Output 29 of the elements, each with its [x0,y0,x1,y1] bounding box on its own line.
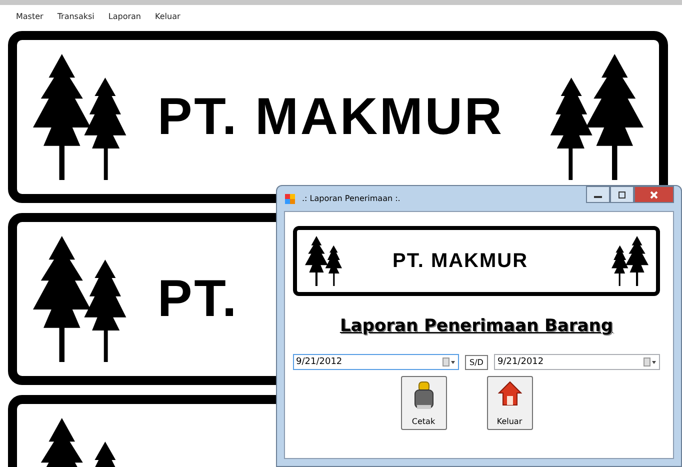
pine-trees-icon [305,236,342,286]
range-label: S/D [464,354,488,370]
exit-button[interactable]: Keluar [486,376,532,430]
pine-trees-icon [548,54,643,180]
date-picker[interactable]: 9/21/2012 [494,354,660,370]
pine-trees-icon [610,236,648,286]
maximize-icon [618,190,626,198]
company-name: PT. MAKMUR [158,87,504,147]
close-icon [650,190,658,198]
window-title: .: Laporan Penerimaan :. [302,194,402,203]
pine-trees-icon [33,54,128,180]
menu-item[interactable]: Laporan [108,12,141,20]
app-icon [284,192,296,204]
date-picker[interactable]: 9/21/2012 [293,354,459,370]
report-heading: Laporan Penerimaan Barang [338,316,614,336]
menu-item[interactable]: Keluar [155,12,180,20]
company-name: PT. MAKMUR [392,250,528,272]
menu-item[interactable]: Master [16,12,44,20]
home-icon [498,381,522,407]
printer-icon [412,381,436,411]
company-name: PT. [158,269,239,329]
menu-item[interactable]: Transaksi [57,12,94,20]
dropdown-icon[interactable] [643,357,657,367]
dropdown-icon[interactable] [442,357,456,367]
print-button[interactable]: Cetak [400,376,446,430]
maximize-button[interactable] [610,186,634,203]
minimize-button[interactable] [586,186,610,203]
pine-trees-icon [33,236,128,362]
close-button[interactable] [634,186,674,203]
